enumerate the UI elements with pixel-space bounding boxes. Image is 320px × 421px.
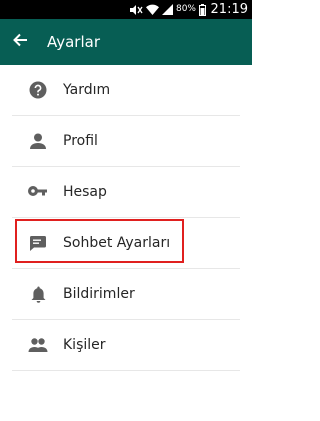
status-icons: 80% <box>129 3 206 16</box>
app-bar: Ayarlar <box>0 19 252 65</box>
settings-item-label: Profil <box>63 133 98 149</box>
key-icon <box>28 182 48 202</box>
settings-item-contacts[interactable]: Kişiler <box>0 320 252 371</box>
mute-icon <box>129 4 143 16</box>
help-icon <box>28 80 48 100</box>
status-clock: 21:19 <box>210 2 248 17</box>
settings-item-notifications[interactable]: Bildirimler <box>0 269 252 320</box>
settings-item-profile[interactable]: Profil <box>0 116 252 167</box>
person-icon <box>28 131 48 151</box>
page-title: Ayarlar <box>47 33 101 51</box>
status-bar: 80% 21:19 <box>0 0 252 19</box>
contacts-icon <box>28 335 48 355</box>
battery-icon <box>199 3 206 16</box>
settings-item-label: Hesap <box>63 184 107 200</box>
settings-list: Yardım Profil Hesap Sohbet Ayarları Bild… <box>0 65 252 371</box>
back-button[interactable] <box>8 30 32 54</box>
arrow-back-icon <box>12 32 28 52</box>
bell-icon <box>28 284 48 304</box>
settings-item-help[interactable]: Yardım <box>0 65 252 116</box>
settings-item-account[interactable]: Hesap <box>0 167 252 218</box>
wifi-icon <box>145 4 159 15</box>
settings-item-label: Yardım <box>63 82 111 98</box>
highlight-box <box>15 219 184 263</box>
battery-percent: 80% <box>175 4 196 14</box>
settings-item-label: Kişiler <box>63 337 106 353</box>
divider <box>12 370 240 371</box>
signal-icon <box>161 4 173 15</box>
settings-item-label: Bildirimler <box>63 286 135 302</box>
